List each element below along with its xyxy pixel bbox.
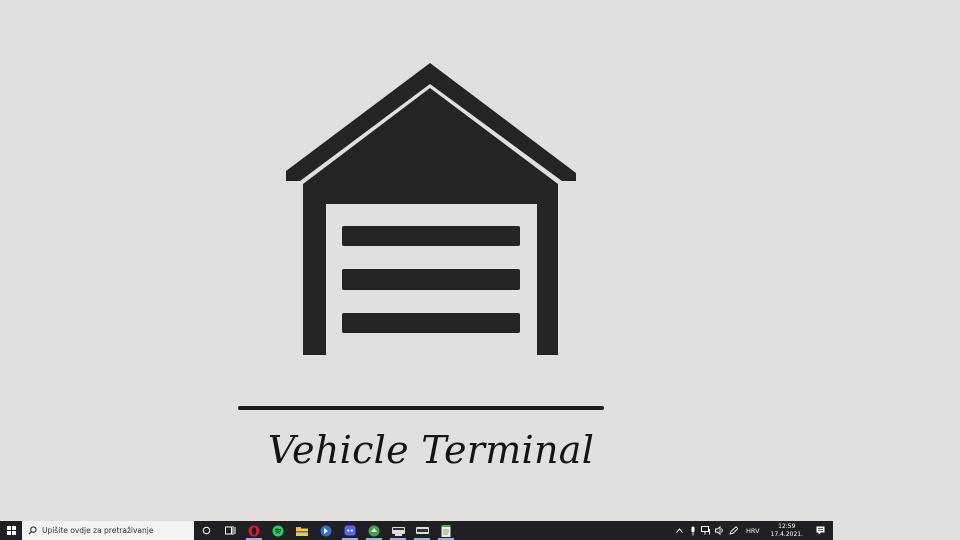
network-icon — [701, 526, 711, 535]
window-app-2-icon — [415, 526, 429, 534]
window-app-1-icon — [391, 526, 405, 536]
taskbar-app-file-explorer[interactable] — [290, 521, 314, 540]
pen-icon — [729, 526, 739, 535]
show-hidden-icons-button[interactable] — [675, 521, 684, 540]
taskbar-app-opera[interactable] — [242, 521, 266, 540]
notification-icon — [816, 526, 824, 535]
cortana-icon — [202, 526, 210, 535]
pen-tray-button[interactable] — [729, 521, 739, 540]
desktop-strip — [833, 521, 960, 540]
microphone-tray-button[interactable] — [688, 521, 697, 540]
start-button[interactable] — [0, 521, 22, 540]
task-view-icon — [224, 526, 235, 535]
clock-date: 17.4.2021. — [770, 530, 803, 538]
cortana-button[interactable] — [194, 521, 218, 540]
system-tray: HRV 12:59 17.4.2021. — [675, 521, 833, 540]
taskbar-app-window-1[interactable] — [386, 521, 410, 540]
action-center-button[interactable] — [811, 521, 829, 540]
taskbar-app-blue[interactable] — [314, 521, 338, 540]
taskbar-app-window-2[interactable] — [410, 521, 434, 540]
taskbar-app-green[interactable] — [362, 521, 386, 540]
taskbar-app-notepad[interactable] — [434, 521, 458, 540]
spotify-icon — [272, 525, 284, 536]
taskbar-app-discord[interactable] — [338, 521, 362, 540]
volume-tray-button[interactable] — [715, 521, 725, 540]
taskbar: Upišite ovdje za pretraživanje HRV 12:59… — [0, 521, 833, 540]
language-indicator[interactable]: HRV — [743, 521, 763, 540]
search-icon — [28, 526, 37, 535]
app-green-icon — [368, 525, 380, 536]
microphone-icon — [691, 526, 695, 535]
clock[interactable]: 12:59 17.4.2021. — [767, 521, 807, 540]
chevron-up-icon — [676, 528, 683, 533]
file-explorer-icon — [296, 526, 308, 536]
task-view-button[interactable] — [218, 521, 242, 540]
taskbar-app-spotify[interactable] — [266, 521, 290, 540]
app-window: Vehicle Terminal — [0, 0, 960, 521]
volume-icon — [715, 526, 723, 535]
windows-logo-icon — [6, 526, 16, 535]
search-placeholder: Upišite ovdje za pretraživanje — [42, 526, 154, 535]
title-divider — [238, 406, 604, 410]
notepad-icon — [441, 524, 451, 537]
opera-icon — [248, 525, 260, 536]
network-tray-button[interactable] — [701, 521, 711, 540]
garage-icon — [286, 63, 576, 355]
app-blue-icon — [320, 525, 332, 536]
clock-time: 12:59 — [778, 522, 796, 530]
discord-icon — [344, 525, 356, 536]
app-title: Vehicle Terminal — [267, 428, 595, 472]
taskbar-search-box[interactable]: Upišite ovdje za pretraživanje — [22, 521, 194, 540]
